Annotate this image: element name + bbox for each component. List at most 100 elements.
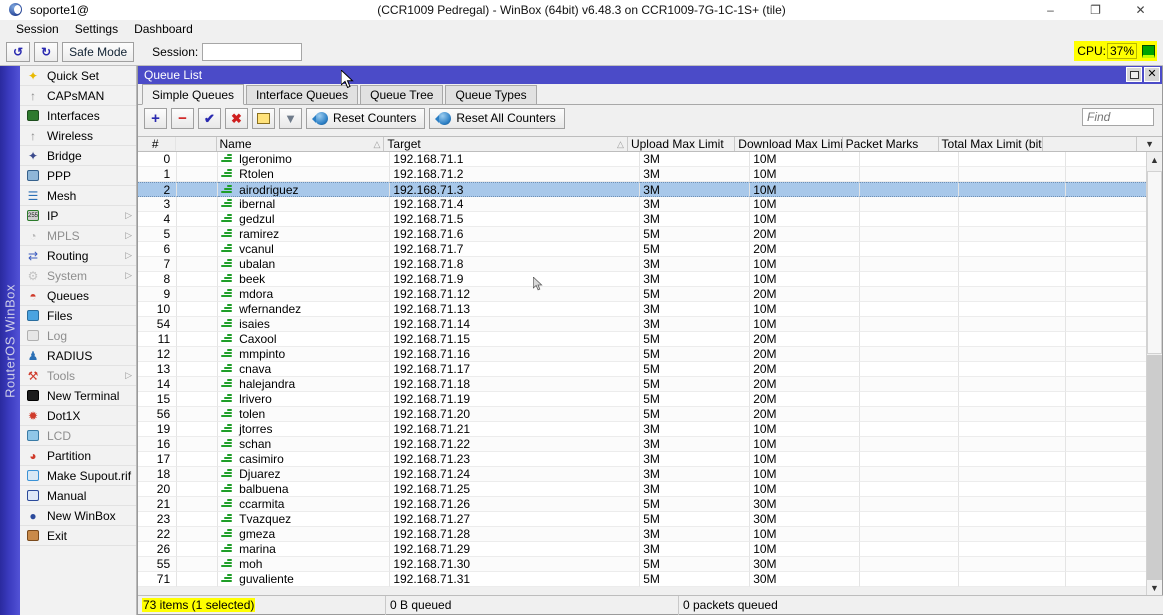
queue-restore-button[interactable] xyxy=(1126,67,1142,82)
column-header-gap[interactable] xyxy=(176,137,216,151)
table-row[interactable]: 4gedzul192.168.71.53M10M xyxy=(138,212,1162,227)
scroll-up-button[interactable]: ▲ xyxy=(1147,152,1162,167)
table-row[interactable]: 8beek192.168.71.93M10M xyxy=(138,272,1162,287)
sidebar-item-new-winbox[interactable]: ●New WinBox xyxy=(20,506,136,526)
table-row[interactable]: 18Djuarez192.168.71.243M10M xyxy=(138,467,1162,482)
sidebar-item-wireless[interactable]: ↑Wireless xyxy=(20,126,136,146)
sidebar-item-queues[interactable]: ◓Queues xyxy=(20,286,136,306)
table-row[interactable]: 71guvaliente192.168.71.315M30M xyxy=(138,572,1162,587)
column-header-blank[interactable] xyxy=(1043,137,1137,151)
column-header-up[interactable]: Upload Max Limit xyxy=(628,137,735,151)
menu-item-settings[interactable]: Settings xyxy=(67,21,126,37)
sidebar-item-new-terminal[interactable]: New Terminal xyxy=(20,386,136,406)
sidebar-item-files[interactable]: Files xyxy=(20,306,136,326)
table-vertical-scrollbar[interactable]: ▲ ▼ xyxy=(1146,152,1161,595)
table-row[interactable]: 20balbuena192.168.71.253M10M xyxy=(138,482,1162,497)
scroll-thumb[interactable] xyxy=(1147,171,1162,354)
table-row[interactable]: 6vcanul192.168.71.75M20M xyxy=(138,242,1162,257)
cell-target: 192.168.71.17 xyxy=(390,362,640,377)
reset-counters-button[interactable]: Reset Counters xyxy=(306,108,425,129)
sidebar-item-manual[interactable]: Manual xyxy=(20,486,136,506)
minimize-button[interactable]: – xyxy=(1028,0,1073,20)
restore-button[interactable]: ❐ xyxy=(1073,0,1118,20)
table-row[interactable]: 2airodriguez192.168.71.33M10M xyxy=(138,182,1162,197)
table-row[interactable]: 14halejandra192.168.71.185M20M xyxy=(138,377,1162,392)
sidebar-item-mesh[interactable]: ☰Mesh xyxy=(20,186,136,206)
table-row[interactable]: 19jtorres192.168.71.213M10M xyxy=(138,422,1162,437)
column-header-tot[interactable]: Total Max Limit (bit.. xyxy=(939,137,1043,151)
sidebar-item-dot1x[interactable]: ✹Dot1X xyxy=(20,406,136,426)
table-row[interactable]: 10wfernandez192.168.71.133M10M xyxy=(138,302,1162,317)
table-row[interactable]: 21ccarmita192.168.71.265M30M xyxy=(138,497,1162,512)
table-row[interactable]: 11Caxool192.168.71.155M20M xyxy=(138,332,1162,347)
table-row[interactable]: 3ibernal192.168.71.43M10M xyxy=(138,197,1162,212)
table-row[interactable]: 55moh192.168.71.305M30M xyxy=(138,557,1162,572)
sidebar-item-mpls[interactable]: ◔MPLS▷ xyxy=(20,226,136,246)
table-row[interactable]: 7ubalan192.168.71.83M10M xyxy=(138,257,1162,272)
table-row[interactable]: 9mdora192.168.71.125M20M xyxy=(138,287,1162,302)
find-input[interactable] xyxy=(1082,108,1154,126)
sidebar-item-exit[interactable]: Exit xyxy=(20,526,136,546)
comment-button[interactable] xyxy=(252,108,275,129)
column-header-down[interactable]: Download Max Limit xyxy=(735,137,842,151)
add-button[interactable]: + xyxy=(144,108,167,129)
column-header-label: Target xyxy=(387,137,420,151)
tab-queue-types[interactable]: Queue Types xyxy=(445,85,536,104)
disable-button[interactable]: ✖ xyxy=(225,108,248,129)
menu-item-dashboard[interactable]: Dashboard xyxy=(126,21,201,37)
table-row[interactable]: 5ramirez192.168.71.65M20M xyxy=(138,227,1162,242)
table-row[interactable]: 0lgeronimo192.168.71.13M10M xyxy=(138,152,1162,167)
sidebar-item-ip[interactable]: 255IP▷ xyxy=(20,206,136,226)
sidebar-item-partition[interactable]: ◕Partition xyxy=(20,446,136,466)
sidebar-item-radius[interactable]: ♟RADIUS xyxy=(20,346,136,366)
sidebar-item-interfaces[interactable]: Interfaces xyxy=(20,106,136,126)
tab-interface-queues[interactable]: Interface Queues xyxy=(246,85,358,104)
sidebar-item-quick-set[interactable]: ✦Quick Set xyxy=(20,66,136,86)
table-row[interactable]: 23Tvazquez192.168.71.275M30M xyxy=(138,512,1162,527)
session-input[interactable] xyxy=(202,43,302,61)
remove-button[interactable]: − xyxy=(171,108,194,129)
menu-item-session[interactable]: Session xyxy=(8,21,67,37)
cell-total-max-limit xyxy=(959,347,1066,362)
table-row[interactable]: 1Rtolen192.168.71.23M10M xyxy=(138,167,1162,182)
safe-mode-button[interactable]: Safe Mode xyxy=(62,42,134,62)
table-row[interactable]: 12mmpinto192.168.71.165M20M xyxy=(138,347,1162,362)
sidebar-item-ppp[interactable]: PPP xyxy=(20,166,136,186)
table-row[interactable]: 56tolen192.168.71.205M20M xyxy=(138,407,1162,422)
scroll-track-lower[interactable] xyxy=(1147,355,1162,580)
table-row[interactable]: 16schan192.168.71.223M10M xyxy=(138,437,1162,452)
table-row[interactable]: 22gmeza192.168.71.283M10M xyxy=(138,527,1162,542)
table-row[interactable]: 17casimiro192.168.71.233M10M xyxy=(138,452,1162,467)
reset-all-counters-button[interactable]: Reset All Counters xyxy=(429,108,564,129)
redo-button[interactable]: ↻ xyxy=(34,42,58,62)
sidebar-item-lcd[interactable]: LCD xyxy=(20,426,136,446)
sidebar-item-tools[interactable]: ⚒Tools▷ xyxy=(20,366,136,386)
filter-button[interactable]: ▼ xyxy=(279,108,302,129)
undo-button[interactable]: ↺ xyxy=(6,42,30,62)
sidebar-item-make-supout-rif[interactable]: Make Supout.rif xyxy=(20,466,136,486)
close-button[interactable]: ✕ xyxy=(1118,0,1163,20)
column-header-pm[interactable]: Packet Marks xyxy=(843,137,939,151)
table-row[interactable]: 13cnava192.168.71.175M20M xyxy=(138,362,1162,377)
table-row[interactable]: 15lrivero192.168.71.195M20M xyxy=(138,392,1162,407)
sidebar-item-system[interactable]: ⚙System▷ xyxy=(20,266,136,286)
queue-list-title-bar[interactable]: Queue List ✕ xyxy=(138,66,1162,84)
scroll-track[interactable] xyxy=(1147,167,1162,580)
minus-icon: − xyxy=(178,111,187,126)
table-row[interactable]: 26marina192.168.71.293M10M xyxy=(138,542,1162,557)
tab-simple-queues[interactable]: Simple Queues xyxy=(142,84,244,105)
column-header-tgt[interactable]: Target△ xyxy=(384,137,628,151)
table-row[interactable]: 54isaies192.168.71.143M10M xyxy=(138,317,1162,332)
tab-queue-tree[interactable]: Queue Tree xyxy=(360,85,443,104)
column-chooser-button[interactable]: ▼ xyxy=(1137,137,1162,151)
column-header-idx[interactable]: # xyxy=(138,137,176,151)
enable-button[interactable]: ✔ xyxy=(198,108,221,129)
sidebar-item-capsman[interactable]: ↑CAPsMAN xyxy=(20,86,136,106)
column-header-name[interactable]: Name△ xyxy=(217,137,385,151)
sidebar-item-routing[interactable]: ⇄Routing▷ xyxy=(20,246,136,266)
sidebar-item-label: New WinBox xyxy=(47,509,136,523)
sidebar-item-bridge[interactable]: ✦Bridge xyxy=(20,146,136,166)
queue-close-button[interactable]: ✕ xyxy=(1144,67,1160,82)
scroll-down-button[interactable]: ▼ xyxy=(1147,580,1162,595)
sidebar-item-log[interactable]: Log xyxy=(20,326,136,346)
